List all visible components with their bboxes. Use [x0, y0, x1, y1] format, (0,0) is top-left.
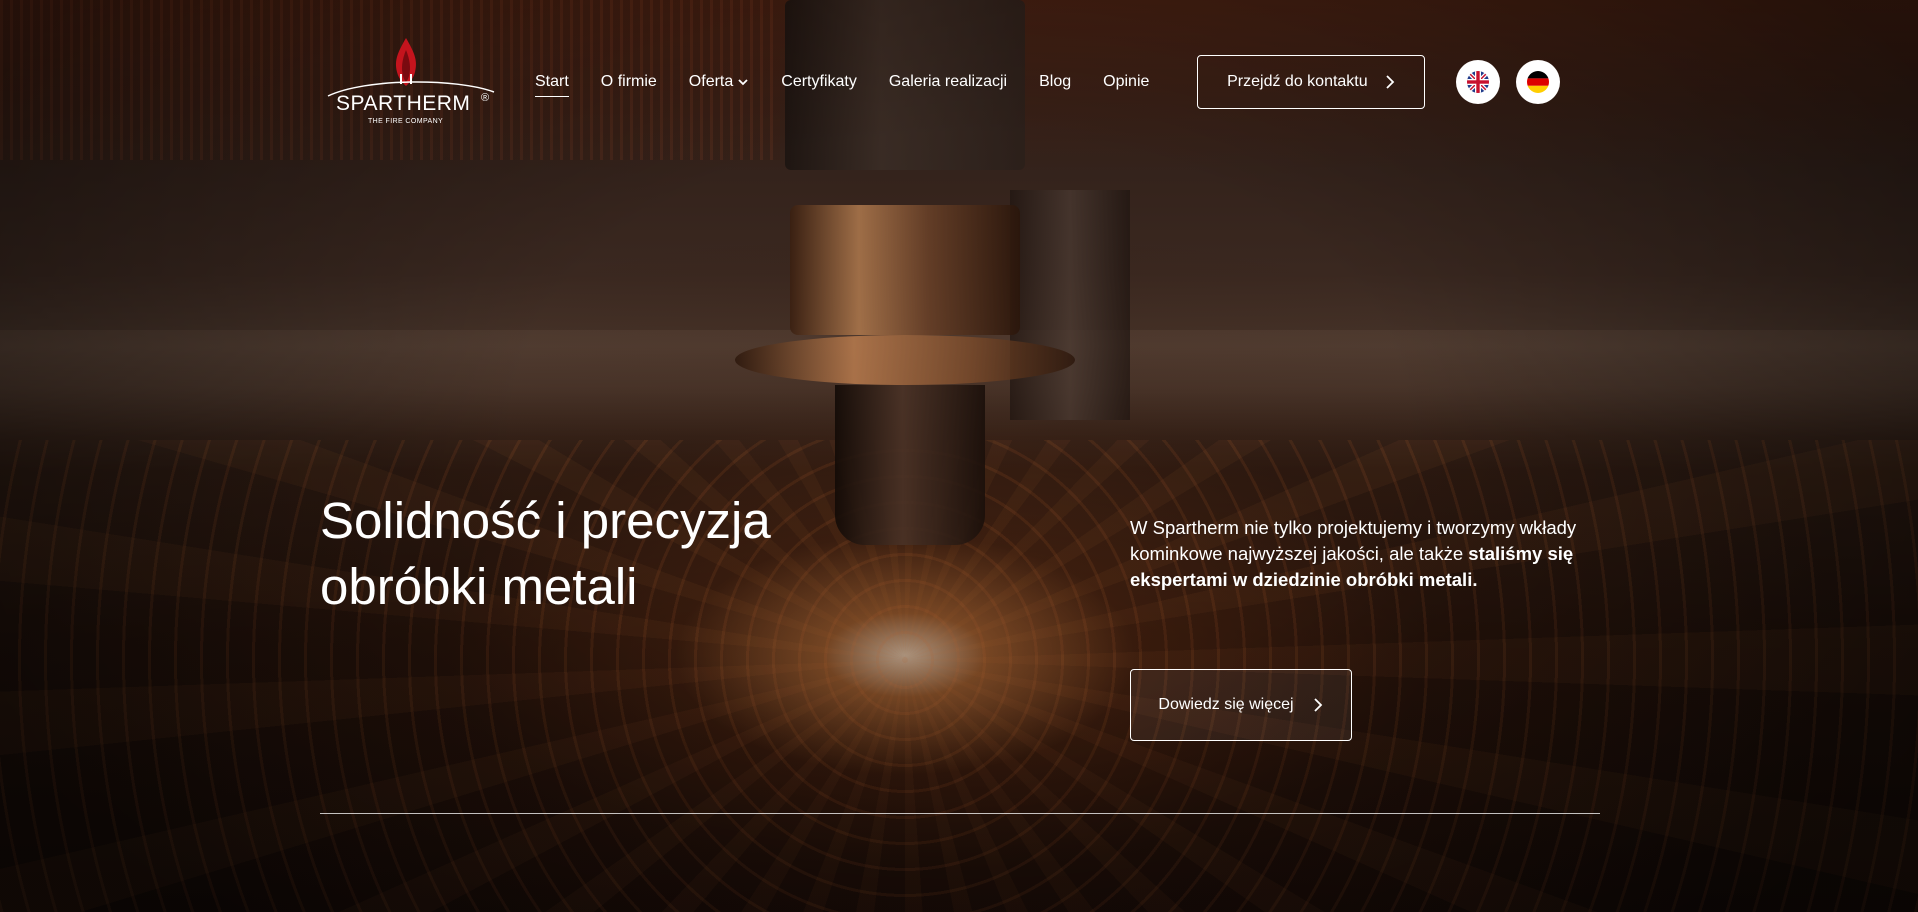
background-vignette [0, 0, 1918, 912]
logo-wordmark: SPARTHERM [336, 92, 471, 115]
nav-item-opinie[interactable]: Opinie [1103, 73, 1149, 91]
spartherm-logo[interactable]: SPARTHERM ® THE FIRE COMPANY [320, 36, 495, 128]
language-german-button[interactable] [1516, 60, 1561, 104]
logo-registered-mark: ® [481, 92, 490, 104]
nav-item-label: Certyfikaty [781, 73, 857, 90]
background-laser-ring [735, 335, 1075, 385]
nav-item-label: Start [535, 73, 569, 90]
nav-item-start[interactable]: Start [535, 73, 569, 97]
nav-item-o-firmie[interactable]: O firmie [601, 73, 657, 91]
nav-item-label: Opinie [1103, 73, 1150, 90]
learn-more-button[interactable]: Dowiedz się więcej [1130, 669, 1352, 741]
background-work-table [0, 330, 1918, 470]
main-nav: Start O firmie Oferta Certyfikaty Galeri… [535, 36, 1181, 128]
hero-lead-text: W Spartherm nie tylko projektujemy i two… [1130, 515, 1610, 593]
logo-tagline: THE FIRE COMPANY [368, 118, 444, 125]
hero-headline-line2: obróbki metali [320, 558, 638, 615]
hero-headline-line1: Solidność i precyzja [320, 492, 771, 549]
nav-item-galeria-realizacji[interactable]: Galeria realizacji [889, 73, 1007, 91]
nav-item-label: Galeria realizacji [888, 73, 1008, 90]
background-laser-collar [790, 205, 1020, 335]
contact-button[interactable]: Przejdź do kontaktu [1197, 55, 1426, 109]
chevron-right-icon [1386, 75, 1394, 89]
hero-section: SPARTHERM ® THE FIRE COMPANY Start O fir… [0, 0, 1918, 912]
learn-more-button-label: Dowiedz się więcej [1158, 696, 1294, 713]
nav-item-label: O firmie [600, 73, 657, 90]
language-english-button[interactable] [1456, 60, 1501, 104]
background-cut-metal-pattern [0, 440, 1918, 912]
uk-flag-icon [1467, 71, 1490, 93]
nav-item-oferta[interactable]: Oferta [689, 73, 749, 91]
hero-headline: Solidność i precyzja obróbki metali [320, 488, 880, 620]
nav-item-label: Oferta [688, 73, 734, 90]
contact-button-label: Przejdź do kontaktu [1227, 73, 1368, 90]
hero-divider [320, 813, 1600, 814]
germany-flag-icon [1527, 71, 1550, 93]
nav-item-label: Blog [1039, 73, 1072, 90]
chevron-right-icon [1313, 698, 1322, 712]
background-side-cylinder [1010, 190, 1130, 420]
nav-item-blog[interactable]: Blog [1039, 73, 1071, 91]
nav-item-certyfikaty[interactable]: Certyfikaty [781, 73, 857, 91]
site-header: SPARTHERM ® THE FIRE COMPANY Start O fir… [320, 36, 1600, 128]
chevron-down-icon [738, 79, 748, 86]
